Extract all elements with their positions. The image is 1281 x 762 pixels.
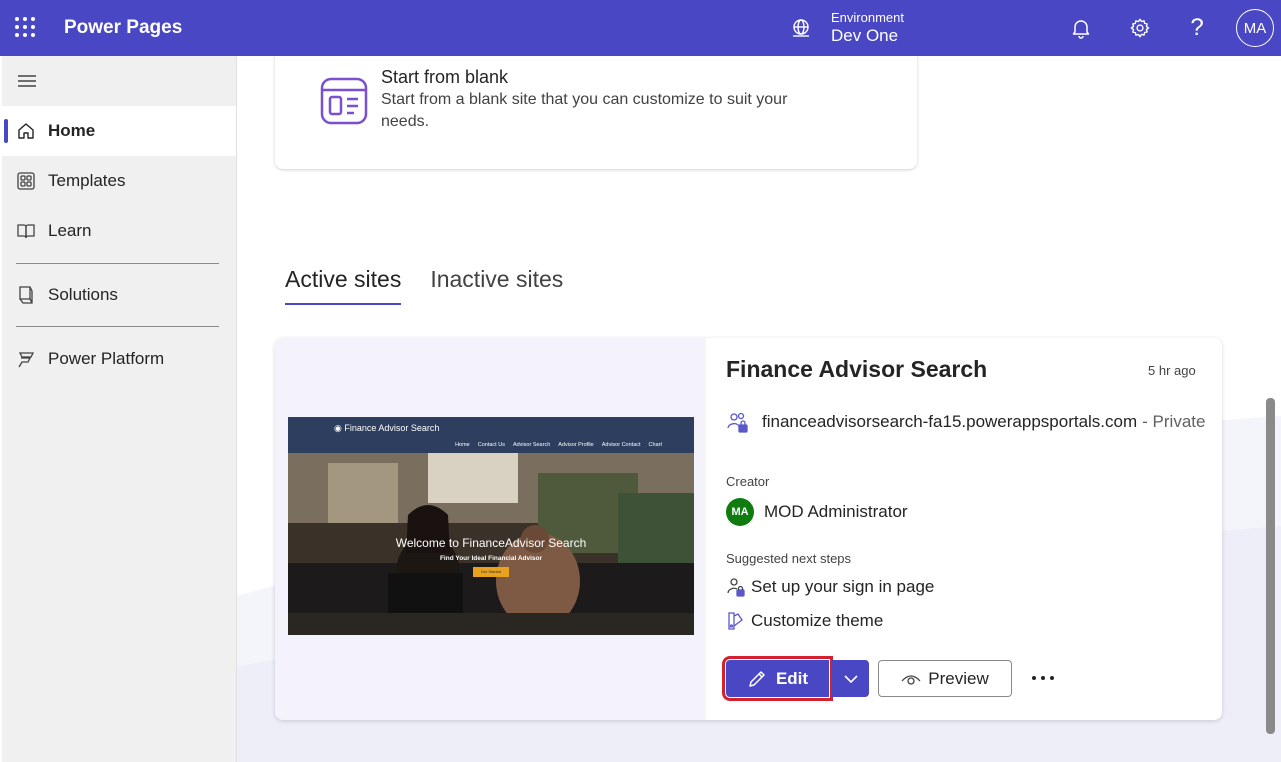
step-label: Set up your sign in page xyxy=(751,577,935,596)
more-icon xyxy=(1031,675,1055,681)
sidebar-item-label: Home xyxy=(48,121,96,140)
preview-button[interactable]: Preview xyxy=(878,660,1012,697)
environment-name: Dev One xyxy=(831,26,899,45)
site-name: Finance Advisor Search xyxy=(726,356,988,382)
blank-site-icon xyxy=(319,76,369,126)
edit-label: Edit xyxy=(775,668,809,688)
eye-icon xyxy=(901,669,921,689)
step-sign-in-page[interactable]: Set up your sign in page xyxy=(726,577,934,597)
top-bar: Power Pages Environment Dev One ? MA xyxy=(0,0,1281,56)
sidebar-item-learn[interactable]: Learn xyxy=(2,206,236,256)
site-visibility: - Private xyxy=(1142,412,1206,431)
waffle-icon[interactable] xyxy=(14,16,36,38)
sidebar-item-solutions[interactable]: Solutions xyxy=(2,270,236,320)
next-steps-label: Suggested next steps xyxy=(726,551,852,566)
start-from-blank-card[interactable]: Start from blank Start from a blank site… xyxy=(275,56,917,169)
sidebar-item-home[interactable]: Home xyxy=(2,106,236,156)
templates-icon xyxy=(16,171,36,191)
user-avatar[interactable]: MA xyxy=(1236,9,1274,47)
creator-row: MA MOD Administrator xyxy=(726,498,908,526)
people-lock-icon xyxy=(726,410,750,434)
sidebar-divider xyxy=(16,263,219,264)
step-customize-theme[interactable]: Customize theme xyxy=(726,611,883,631)
site-card: ◉ Finance Advisor Search Home Contact Us A… xyxy=(275,338,1222,720)
app-name[interactable]: Power Pages xyxy=(64,17,182,39)
notifications-button[interactable] xyxy=(1065,12,1097,44)
settings-button[interactable] xyxy=(1124,12,1156,44)
site-thumbnail[interactable]: ◉ Finance Advisor Search Home Contact Us A… xyxy=(288,417,694,635)
site-url[interactable]: financeadvisorsearch-fa15.powerappsporta… xyxy=(762,412,1137,432)
thumbnail-subtitle: Find Your Ideal Financial Advisor xyxy=(439,555,543,562)
sidebar: Home Templates Learn Solutions Power Pla… xyxy=(2,56,237,762)
help-button[interactable]: ? xyxy=(1181,12,1213,44)
sidebar-item-templates[interactable]: Templates xyxy=(2,156,236,206)
blank-card-title: Start from blank xyxy=(381,67,509,87)
environment-label: Environment xyxy=(831,10,904,25)
tab-inactive-sites[interactable]: Inactive sites xyxy=(430,266,563,305)
site-timestamp: 5 hr ago xyxy=(1148,363,1196,378)
globe-icon xyxy=(790,17,812,39)
paint-brush-icon xyxy=(726,611,746,631)
thumbnail-cta: Get Started xyxy=(473,567,509,577)
thumbnail-title: ◉ Finance Advisor Search xyxy=(334,423,440,433)
person-lock-icon xyxy=(726,577,746,597)
creator-label: Creator xyxy=(726,474,770,489)
more-options-button[interactable] xyxy=(1028,663,1058,693)
gear-icon xyxy=(1129,17,1151,39)
chevron-down-icon xyxy=(843,674,858,684)
tab-active-sites[interactable]: Active sites xyxy=(285,266,402,305)
thumbnail-welcome: Welcome to FinanceAdvisor Search xyxy=(395,536,587,550)
sidebar-item-label: Templates xyxy=(48,171,126,190)
help-icon: ? xyxy=(1190,14,1204,41)
thumbnail-nav: ◉ Finance Advisor Search Home Contact Us A… xyxy=(288,417,694,453)
main-content: Start from blank Start from a blank site… xyxy=(237,56,1281,762)
scrollbar[interactable] xyxy=(1266,398,1275,734)
blank-card-description: Start from a blank site that you can cus… xyxy=(381,91,788,130)
sidebar-divider xyxy=(16,326,219,327)
bell-icon xyxy=(1070,17,1092,39)
edit-options-dropdown[interactable] xyxy=(832,660,869,697)
site-thumbnail-area: ◉ Finance Advisor Search Home Contact Us A… xyxy=(275,338,706,720)
sidebar-item-label: Solutions xyxy=(48,285,118,304)
edit-button[interactable]: Edit xyxy=(722,656,833,701)
home-icon xyxy=(16,121,36,141)
environment-picker[interactable]: Environment Dev One xyxy=(790,5,904,51)
creator-name: MOD Administrator xyxy=(764,502,908,521)
creator-avatar: MA xyxy=(726,498,754,526)
thumbnail-links: Home Contact Us Advisor Search Advisor Prof… xyxy=(455,442,662,448)
hamburger-icon[interactable] xyxy=(17,74,37,88)
sidebar-item-power-platform[interactable]: Power Platform xyxy=(2,334,236,384)
site-url-row: financeadvisorsearch-fa15.powerappsporta… xyxy=(726,410,1205,434)
solutions-icon xyxy=(16,285,36,305)
sidebar-item-label: Learn xyxy=(48,221,92,240)
book-icon xyxy=(16,221,36,241)
site-tabs: Active sites Inactive sites xyxy=(285,266,592,305)
power-platform-icon xyxy=(16,349,36,369)
pencil-icon xyxy=(747,669,767,689)
step-label: Customize theme xyxy=(751,611,884,630)
preview-label: Preview xyxy=(928,668,989,688)
sidebar-item-label: Power Platform xyxy=(48,349,165,368)
